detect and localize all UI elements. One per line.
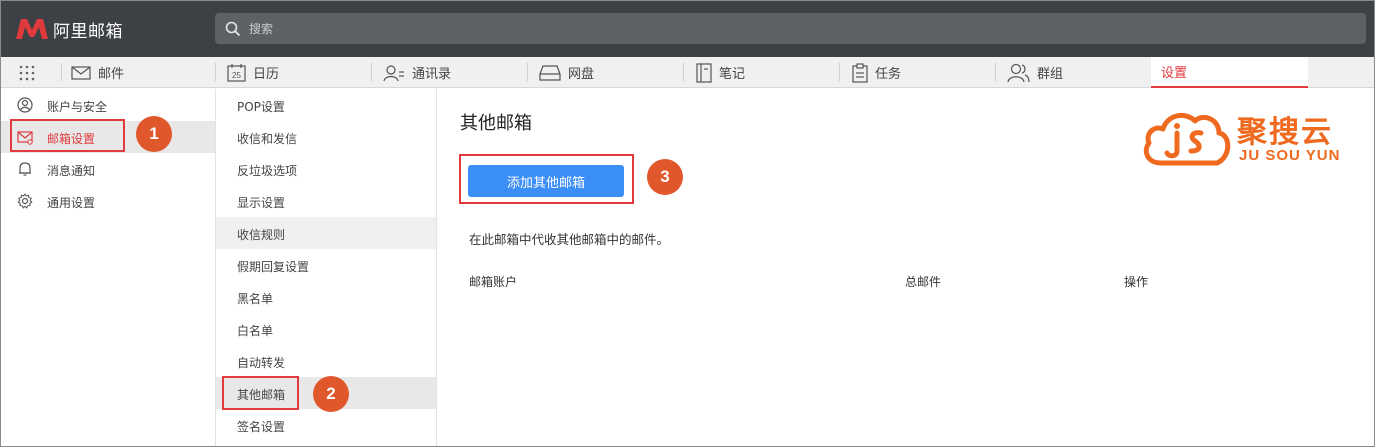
tab-tasks[interactable]: 任务 xyxy=(852,57,901,88)
search-bar[interactable]: 搜索 xyxy=(215,13,1366,44)
logo-text: 阿里邮箱 xyxy=(53,21,123,42)
submenu-item-label: 反垃圾选项 xyxy=(237,164,298,178)
callout-box-other-mailbox xyxy=(222,376,299,410)
submenu-item-label: 自动转发 xyxy=(237,356,286,370)
grid-icon xyxy=(19,65,35,80)
nav-divider xyxy=(61,63,62,81)
column-header-total-mail: 总邮件 xyxy=(905,275,942,289)
nav-divider xyxy=(995,63,996,81)
tab-label: 任务 xyxy=(875,67,902,82)
sidebar-item-notifications[interactable]: 消息通知 xyxy=(1,153,215,185)
tab-label: 通讯录 xyxy=(412,67,452,82)
callout-box-add-button xyxy=(459,154,634,204)
submenu-item-label: 假期回复设置 xyxy=(237,260,310,274)
account-icon xyxy=(17,97,33,113)
page-title: 其他邮箱 xyxy=(460,113,532,134)
submenu-item-whitelist[interactable]: 白名单 xyxy=(216,313,436,345)
tab-mail[interactable]: 邮件 xyxy=(71,57,124,88)
submenu-item-label: 收信和发信 xyxy=(237,132,298,146)
search-placeholder: 搜索 xyxy=(249,22,274,36)
sidebar-item-label: 账户与安全 xyxy=(47,100,108,114)
nav-divider xyxy=(215,63,216,81)
tab-contacts[interactable]: 通讯录 xyxy=(383,57,451,88)
callout-badge-3: 3 xyxy=(647,159,683,195)
page-description: 在此邮箱中代收其他邮箱中的邮件。 xyxy=(469,232,670,247)
column-header-account: 邮箱账户 xyxy=(469,275,518,289)
tab-drive[interactable]: 网盘 xyxy=(539,57,594,88)
sidebar-item-label: 消息通知 xyxy=(47,164,96,178)
app-window: 阿里邮箱 搜索 邮件 25 日历 通讯录 网盘 笔记 任务 群组 设置 账户与安… xyxy=(0,0,1375,447)
nav-bar: 邮件 25 日历 通讯录 网盘 笔记 任务 群组 设置 xyxy=(1,57,1374,88)
submenu-item-display[interactable]: 显示设置 xyxy=(216,185,436,217)
sidebar-item-label: 通用设置 xyxy=(47,196,96,210)
submenu-item-label: 显示设置 xyxy=(237,196,286,210)
tab-groups[interactable]: 群组 xyxy=(1006,57,1063,88)
tab-calendar[interactable]: 25 日历 xyxy=(227,57,279,88)
sidebar-item-general-settings[interactable]: 通用设置 xyxy=(1,185,215,217)
group-icon xyxy=(1007,63,1030,82)
brand-logo: 聚搜云 JU SOU YUN xyxy=(1141,107,1361,167)
bell-icon xyxy=(19,162,31,176)
apps-grid-button[interactable] xyxy=(19,57,35,88)
top-bar: 阿里邮箱 搜索 xyxy=(1,1,1374,57)
callout-badge-2: 2 xyxy=(313,376,349,412)
tab-label: 网盘 xyxy=(568,67,595,82)
tab-label: 日历 xyxy=(253,67,280,82)
tab-notes[interactable]: 笔记 xyxy=(696,57,745,88)
tasks-icon xyxy=(852,62,868,83)
sidebar-item-account-security[interactable]: 账户与安全 xyxy=(1,89,215,121)
tab-label: 设置 xyxy=(1161,66,1188,81)
drive-icon xyxy=(539,64,561,81)
submenu-item-send-receive[interactable]: 收信和发信 xyxy=(216,121,436,153)
notes-icon xyxy=(696,62,712,83)
search-icon xyxy=(225,21,241,36)
nav-divider xyxy=(683,63,684,81)
calendar-icon: 25 xyxy=(227,64,246,82)
submenu-item-label: 白名单 xyxy=(237,324,274,338)
logo-m-icon xyxy=(16,19,48,39)
svg-text:25: 25 xyxy=(232,71,241,80)
submenu-item-auto-forward[interactable]: 自动转发 xyxy=(216,345,436,377)
brand-name-en: JU SOU YUN xyxy=(1239,147,1341,164)
app-logo[interactable]: 阿里邮箱 xyxy=(15,15,123,43)
brand-cloud-icon xyxy=(1143,112,1231,166)
callout-box-mailbox-settings xyxy=(10,119,125,152)
contacts-icon xyxy=(383,64,404,81)
callout-badge-1: 1 xyxy=(136,116,172,152)
gear-icon xyxy=(17,193,33,209)
submenu-item-pop[interactable]: POP设置 xyxy=(216,89,436,121)
tab-label: 笔记 xyxy=(719,67,746,82)
nav-divider xyxy=(527,63,528,81)
submenu-item-label: 收信规则 xyxy=(237,228,286,242)
submenu-item-rules[interactable]: 收信规则 xyxy=(216,217,436,249)
brand-name-cn: 聚搜云 xyxy=(1237,115,1333,150)
submenu-item-signature[interactable]: 签名设置 xyxy=(216,409,436,441)
nav-divider xyxy=(839,63,840,81)
tab-label: 邮件 xyxy=(98,67,125,82)
nav-divider xyxy=(371,63,372,81)
submenu-item-label: 签名设置 xyxy=(237,420,286,434)
submenu-item-vacation-reply[interactable]: 假期回复设置 xyxy=(216,249,436,281)
mail-icon xyxy=(71,65,91,80)
tab-settings[interactable]: 设置 xyxy=(1151,57,1308,88)
submenu-item-antispam[interactable]: 反垃圾选项 xyxy=(216,153,436,185)
tab-label: 群组 xyxy=(1037,67,1064,82)
submenu-item-label: POP设置 xyxy=(237,100,285,114)
submenu-item-blacklist[interactable]: 黑名单 xyxy=(216,281,436,313)
column-header-actions: 操作 xyxy=(1124,275,1149,289)
submenu-item-label: 黑名单 xyxy=(237,292,274,306)
